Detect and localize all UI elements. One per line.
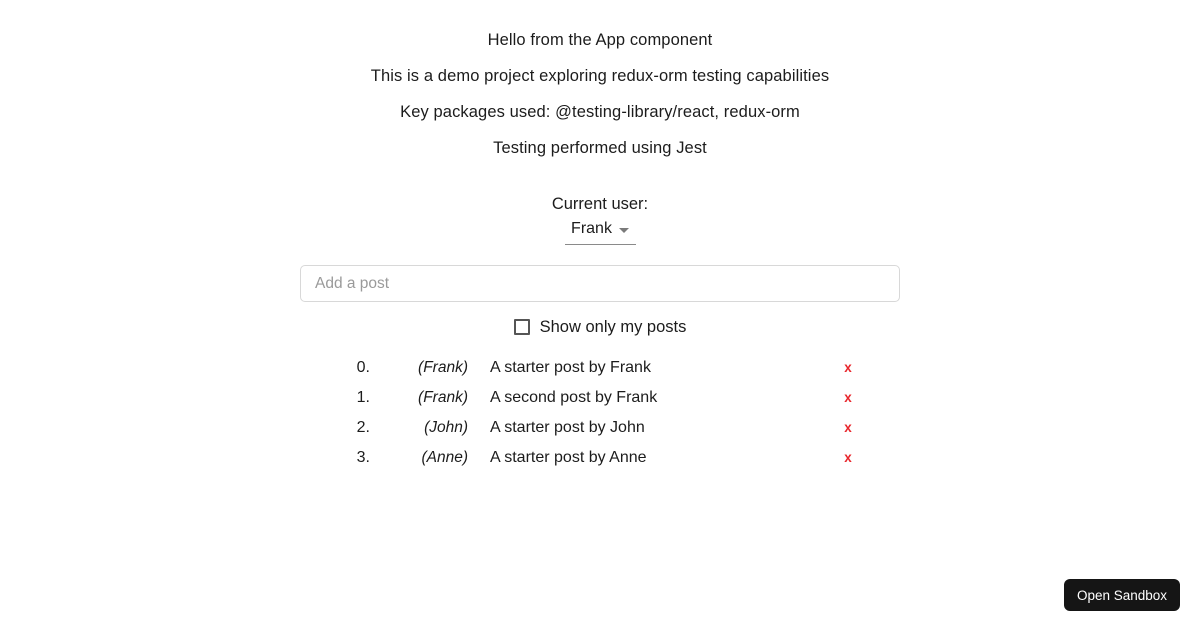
post-author: (Anne) (421, 449, 468, 466)
chevron-down-icon (618, 227, 629, 233)
filter-row: Show only my posts (0, 317, 1200, 337)
post-text: A second post by Frank (490, 389, 658, 406)
table-row: 1. (Frank) A second post by Frank x (340, 388, 860, 418)
open-sandbox-button[interactable]: Open Sandbox (1064, 579, 1180, 611)
delete-post-icon[interactable]: x (836, 388, 860, 408)
delete-post-icon[interactable]: x (836, 358, 860, 378)
intro-section: Hello from the App component This is a d… (0, 30, 1200, 158)
posts-list: 0. (Frank) A starter post by Frank x 1. … (340, 337, 860, 478)
delete-post-icon[interactable]: x (836, 418, 860, 438)
add-post-input[interactable] (300, 265, 900, 302)
current-user-select-wrapper: Frank (564, 219, 636, 245)
post-index: 3. (356, 449, 370, 466)
current-user-section: Current user: Frank (0, 194, 1200, 245)
post-text: A starter post by John (490, 419, 645, 436)
table-row: 2. (John) A starter post by John x (340, 418, 860, 448)
current-user-select[interactable]: Frank (564, 219, 636, 245)
post-author: (John) (424, 419, 468, 436)
app-root: Hello from the App component This is a d… (0, 0, 1200, 478)
current-user-label: Current user: (551, 195, 649, 213)
post-text: A starter post by Frank (490, 359, 651, 376)
show-only-my-posts-label[interactable]: Show only my posts (540, 317, 687, 337)
intro-line-testing: Testing performed using Jest (493, 139, 707, 157)
post-author: (Frank) (418, 389, 468, 406)
delete-post-icon[interactable]: x (836, 448, 860, 468)
show-only-my-posts-checkbox[interactable] (513, 319, 530, 335)
intro-line-description: This is a demo project exploring redux-o… (370, 67, 830, 85)
add-post-row (0, 265, 1200, 302)
table-row: 3. (Anne) A starter post by Anne x (340, 448, 860, 478)
intro-line-packages: Key packages used: @testing-library/reac… (400, 103, 800, 121)
post-index: 1. (356, 389, 370, 406)
intro-line-greeting: Hello from the App component (487, 31, 713, 49)
current-user-value: Frank (571, 220, 612, 237)
post-text: A starter post by Anne (490, 449, 647, 466)
post-author: (Frank) (418, 359, 468, 376)
post-index: 0. (356, 359, 370, 376)
table-row: 0. (Frank) A starter post by Frank x (340, 358, 860, 388)
post-index: 2. (356, 419, 370, 436)
